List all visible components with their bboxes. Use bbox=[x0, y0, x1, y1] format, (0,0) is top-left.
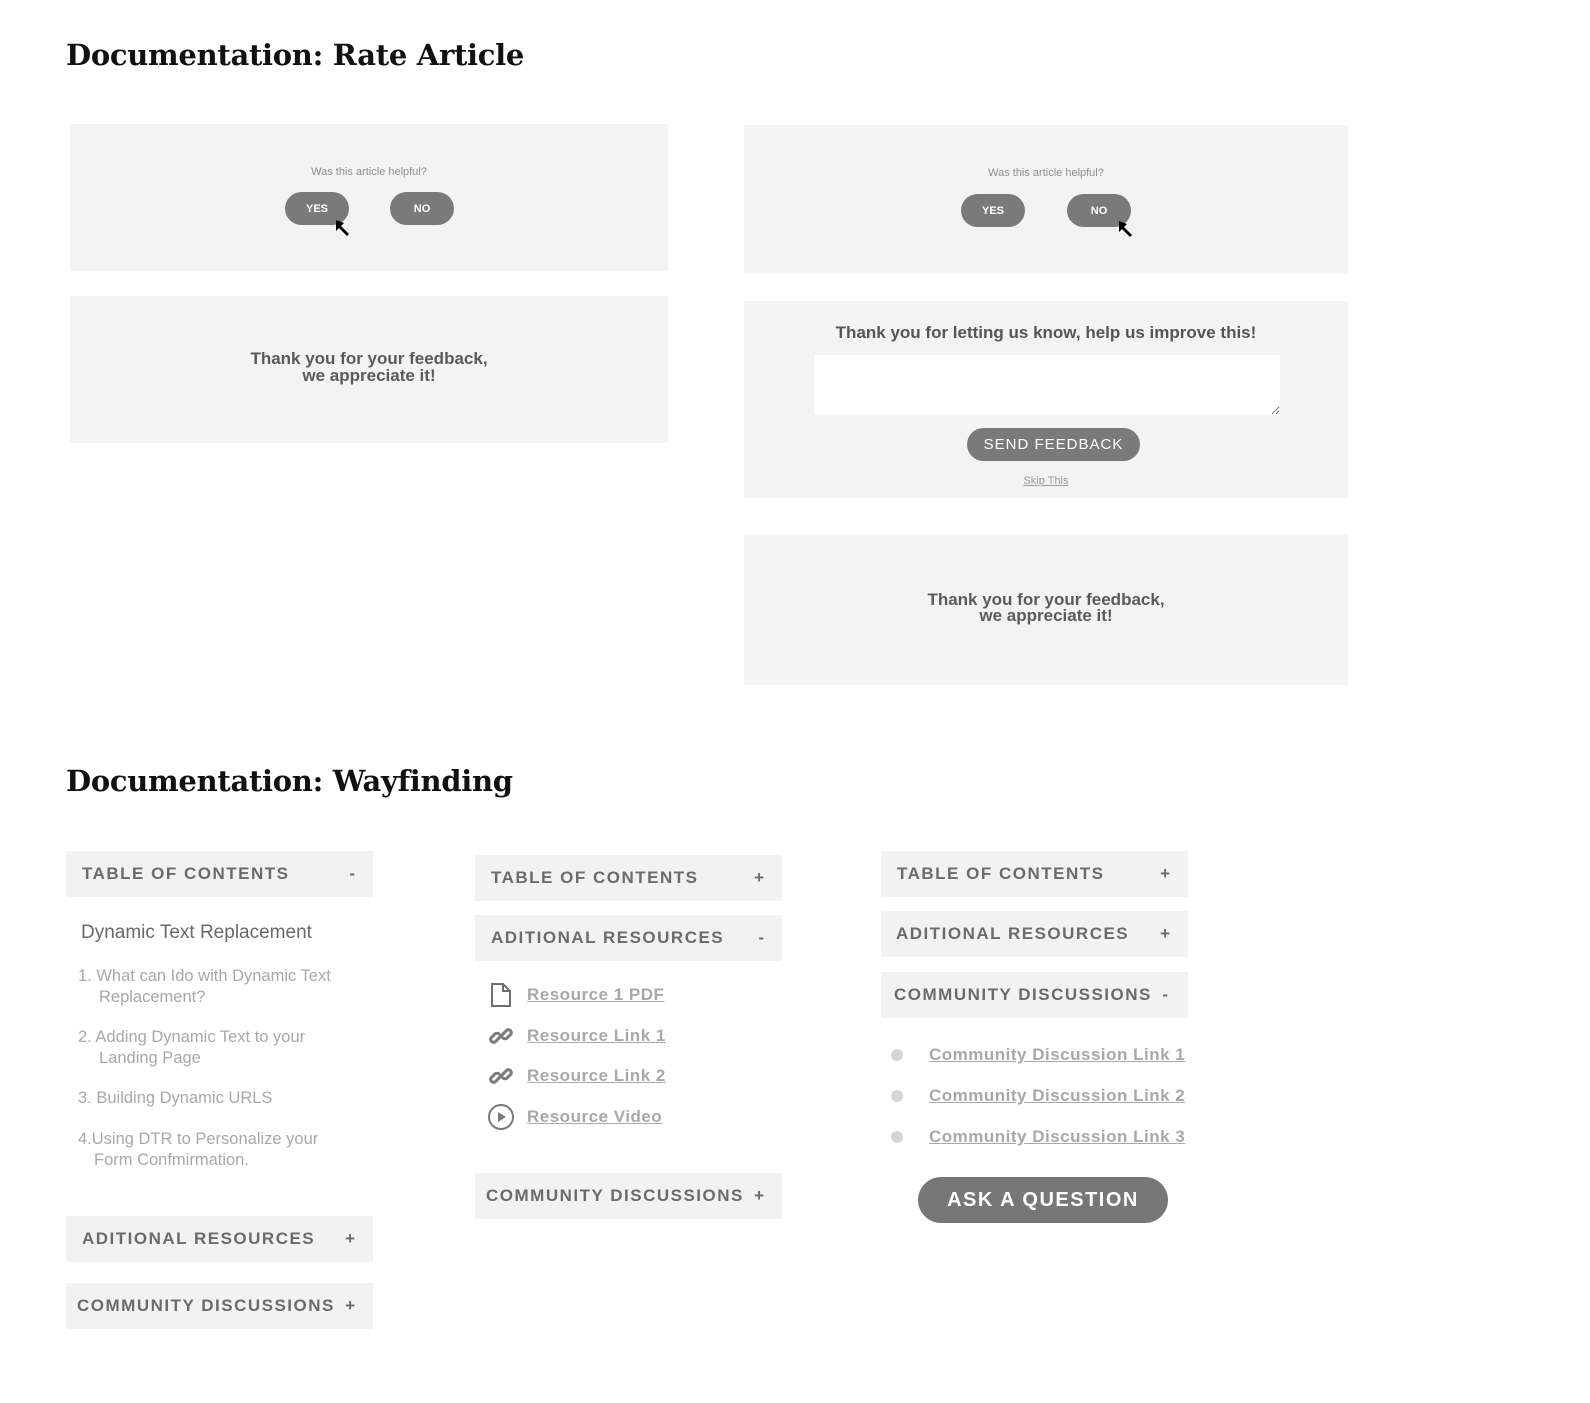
toc-item-text: Form Confmirmation. bbox=[94, 1151, 249, 1169]
collapse-icon: - bbox=[349, 864, 355, 883]
expand-icon: + bbox=[754, 1186, 764, 1205]
link-icon bbox=[487, 1022, 515, 1050]
community-item[interactable]: Community Discussion Link 3 bbox=[891, 1125, 1185, 1149]
toc-item-text: Landing Page bbox=[99, 1049, 201, 1067]
section-title-wayfinding: Documentation: Wayfinding bbox=[66, 764, 513, 798]
toc-item-text: 1. What can Ido with Dynamic Text bbox=[78, 967, 331, 985]
thanks-message-line2: we appreciate it! bbox=[302, 366, 436, 385]
toc-title: Dynamic Text Replacement bbox=[81, 922, 312, 943]
toc-item[interactable]: 4.Using DTR to Personalize your Form Con… bbox=[78, 1129, 318, 1171]
helpful-question: Was this article helpful? bbox=[988, 167, 1104, 179]
accordion-community-discussions[interactable]: COMMUNITY DISCUSSIONS + bbox=[66, 1283, 373, 1329]
accordion-label: ADITIONAL RESOURCES bbox=[82, 1229, 316, 1248]
resource-item[interactable]: Resource Link 1 bbox=[487, 1022, 666, 1050]
expand-icon: + bbox=[345, 1229, 355, 1248]
resource-item[interactable]: Resource 1 PDF bbox=[487, 981, 664, 1009]
toc-item-text: 4.Using DTR to Personalize your bbox=[78, 1130, 319, 1148]
thanks-message-line1: Thank you for your feedback, bbox=[250, 349, 488, 368]
expand-icon: + bbox=[754, 868, 764, 887]
bullet-icon bbox=[891, 1090, 903, 1102]
toc-item[interactable]: 3. Building Dynamic URLS bbox=[78, 1088, 272, 1109]
thanks-panel: Thank you for your feedback, we apprecia… bbox=[744, 535, 1348, 685]
accordion-label: TABLE OF CONTENTS bbox=[897, 864, 1105, 883]
resource-link[interactable]: Resource Link 1 bbox=[527, 1026, 666, 1046]
resource-item[interactable]: Resource Video bbox=[487, 1103, 662, 1131]
community-link[interactable]: Community Discussion Link 3 bbox=[929, 1127, 1185, 1147]
improve-feedback-panel: Thank you for letting us know, help us i… bbox=[744, 301, 1348, 498]
resource-link[interactable]: Resource Video bbox=[527, 1107, 662, 1127]
section-title-rate-article: Documentation: Rate Article bbox=[66, 38, 524, 72]
ask-a-question-button[interactable]: ASK A QUESTION bbox=[918, 1177, 1168, 1223]
accordion-label: ADITIONAL RESOURCES bbox=[491, 928, 725, 947]
accordion-label: TABLE OF CONTENTS bbox=[82, 864, 290, 883]
bullet-icon bbox=[891, 1131, 903, 1143]
community-link[interactable]: Community Discussion Link 1 bbox=[929, 1045, 1185, 1065]
toc-item[interactable]: 2. Adding Dynamic Text to your Landing P… bbox=[78, 1027, 305, 1069]
accordion-label: COMMUNITY DISCUSSIONS bbox=[894, 985, 1152, 1004]
accordion-community-discussions[interactable]: COMMUNITY DISCUSSIONS + bbox=[475, 1173, 782, 1219]
accordion-additional-resources[interactable]: ADITIONAL RESOURCES + bbox=[881, 911, 1188, 957]
no-button[interactable]: NO bbox=[390, 192, 454, 225]
resource-link[interactable]: Resource 1 PDF bbox=[527, 985, 664, 1005]
toc-item-text: 2. Adding Dynamic Text to your bbox=[78, 1028, 306, 1046]
accordion-table-of-contents[interactable]: TABLE OF CONTENTS + bbox=[475, 855, 782, 901]
resource-item[interactable]: Resource Link 2 bbox=[487, 1062, 666, 1090]
toc-item-text: 3. Building Dynamic URLS bbox=[78, 1089, 273, 1107]
community-link[interactable]: Community Discussion Link 2 bbox=[929, 1086, 1185, 1106]
rate-panel-no-state: Was this article helpful? YES NO bbox=[744, 125, 1348, 273]
collapse-icon: - bbox=[758, 928, 764, 947]
toc-item-text: Replacement? bbox=[99, 988, 206, 1006]
accordion-table-of-contents[interactable]: TABLE OF CONTENTS - bbox=[66, 851, 373, 897]
play-circle-icon bbox=[487, 1103, 515, 1131]
link-icon bbox=[487, 1062, 515, 1090]
skip-this-link[interactable]: Skip This bbox=[744, 475, 1348, 487]
accordion-table-of-contents[interactable]: TABLE OF CONTENTS + bbox=[881, 851, 1188, 897]
mouse-cursor-icon bbox=[336, 220, 349, 236]
accordion-label: ADITIONAL RESOURCES bbox=[896, 924, 1130, 943]
accordion-label: COMMUNITY DISCUSSIONS bbox=[486, 1186, 744, 1205]
accordion-additional-resources[interactable]: ADITIONAL RESOURCES - bbox=[475, 915, 782, 961]
community-item[interactable]: Community Discussion Link 2 bbox=[891, 1084, 1185, 1108]
accordion-additional-resources[interactable]: ADITIONAL RESOURCES + bbox=[66, 1216, 373, 1262]
rate-panel-yes-state: Was this article helpful? YES NO bbox=[70, 124, 668, 271]
community-item[interactable]: Community Discussion Link 1 bbox=[891, 1043, 1185, 1067]
improve-prompt: Thank you for letting us know, help us i… bbox=[835, 323, 1257, 342]
feedback-textarea[interactable] bbox=[814, 355, 1280, 415]
accordion-label: COMMUNITY DISCUSSIONS bbox=[77, 1296, 335, 1315]
yes-button[interactable]: YES bbox=[961, 194, 1025, 227]
bullet-icon bbox=[891, 1049, 903, 1061]
collapse-icon: - bbox=[1162, 985, 1168, 1004]
helpful-question: Was this article helpful? bbox=[311, 166, 427, 178]
thanks-message-line2: we appreciate it! bbox=[979, 606, 1113, 625]
expand-icon: + bbox=[345, 1296, 355, 1315]
thanks-panel: Thank you for your feedback, we apprecia… bbox=[70, 296, 668, 443]
expand-icon: + bbox=[1160, 924, 1170, 943]
toc-item[interactable]: 1. What can Ido with Dynamic Text Replac… bbox=[78, 966, 331, 1008]
send-feedback-button[interactable]: SEND FEEDBACK bbox=[967, 428, 1140, 461]
mouse-cursor-icon bbox=[1119, 221, 1132, 237]
document-icon bbox=[487, 981, 515, 1009]
accordion-label: TABLE OF CONTENTS bbox=[491, 868, 699, 887]
accordion-community-discussions[interactable]: COMMUNITY DISCUSSIONS - bbox=[881, 972, 1188, 1018]
resource-link[interactable]: Resource Link 2 bbox=[527, 1066, 666, 1086]
expand-icon: + bbox=[1160, 864, 1170, 883]
